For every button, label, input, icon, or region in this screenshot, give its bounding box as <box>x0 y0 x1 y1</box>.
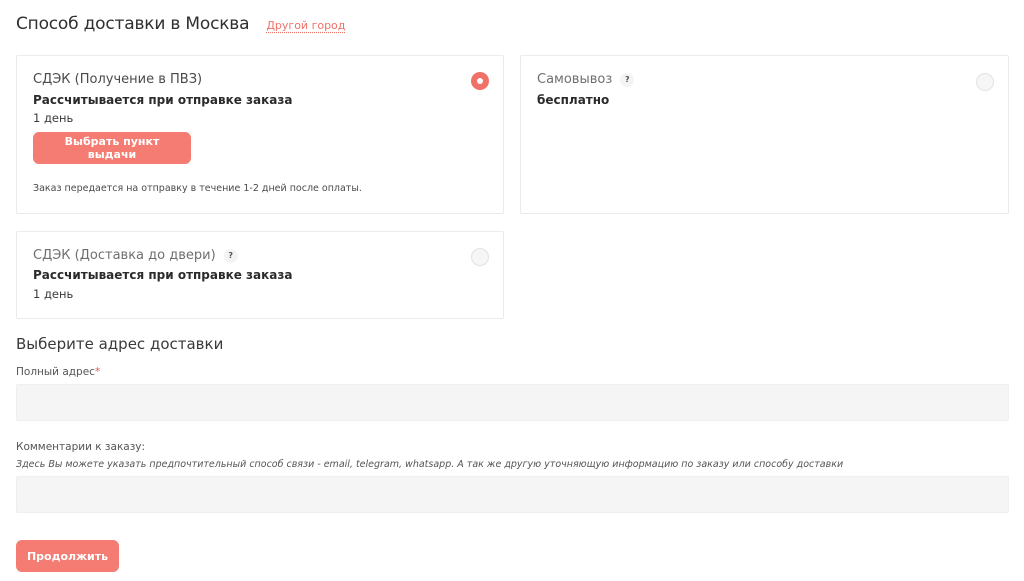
option-name: СДЭК (Доставка до двери) <box>33 248 216 263</box>
comment-hint: Здесь Вы можете указать предпочтительный… <box>16 459 844 470</box>
comment-label: Комментарии к заказу: <box>16 441 146 453</box>
help-icon[interactable]: ? <box>620 72 635 87</box>
option-price: бесплатно <box>537 93 610 107</box>
continue-button[interactable]: Продолжить <box>16 540 119 572</box>
page-title: Способ доставки в Москва <box>16 14 250 34</box>
order-comment-input[interactable] <box>16 476 1009 513</box>
address-label-text: Полный адрес <box>16 366 95 378</box>
full-address-input[interactable] <box>16 384 1009 421</box>
radio-unselected[interactable] <box>976 73 994 91</box>
help-icon[interactable]: ? <box>223 248 238 263</box>
option-name-row: СДЭК (Доставка до двери) ? <box>33 248 238 263</box>
change-city-link[interactable]: Другой город <box>266 19 345 32</box>
option-note: Заказ передается на отправку в течение 1… <box>33 183 362 194</box>
delivery-option-cdek-door[interactable]: СДЭК (Доставка до двери) ? Рассчитываетс… <box>16 231 504 319</box>
choose-pickup-point-button[interactable]: Выбрать пункт выдачи <box>33 132 191 164</box>
radio-selected[interactable] <box>471 72 489 90</box>
delivery-option-self-pickup[interactable]: Самовывоз ? бесплатно <box>520 55 1009 214</box>
option-price: Рассчитывается при отправке заказа <box>33 268 293 282</box>
option-name: Самовывоз <box>537 72 613 87</box>
delivery-option-cdek-pickup[interactable]: СДЭК (Получение в ПВЗ) Рассчитывается пр… <box>16 55 504 214</box>
option-name: СДЭК (Получение в ПВЗ) <box>33 72 203 87</box>
option-days: 1 день <box>33 111 74 125</box>
option-days: 1 день <box>33 287 74 301</box>
delivery-header: Способ доставки в Москва Другой город <box>16 14 345 34</box>
radio-unselected[interactable] <box>471 248 489 266</box>
address-section-title: Выберите адрес доставки <box>16 335 224 353</box>
option-price: Рассчитывается при отправке заказа <box>33 93 293 107</box>
option-name-row: Самовывоз ? <box>537 72 635 87</box>
address-label: Полный адрес* <box>16 366 100 378</box>
required-mark: * <box>94 366 101 378</box>
